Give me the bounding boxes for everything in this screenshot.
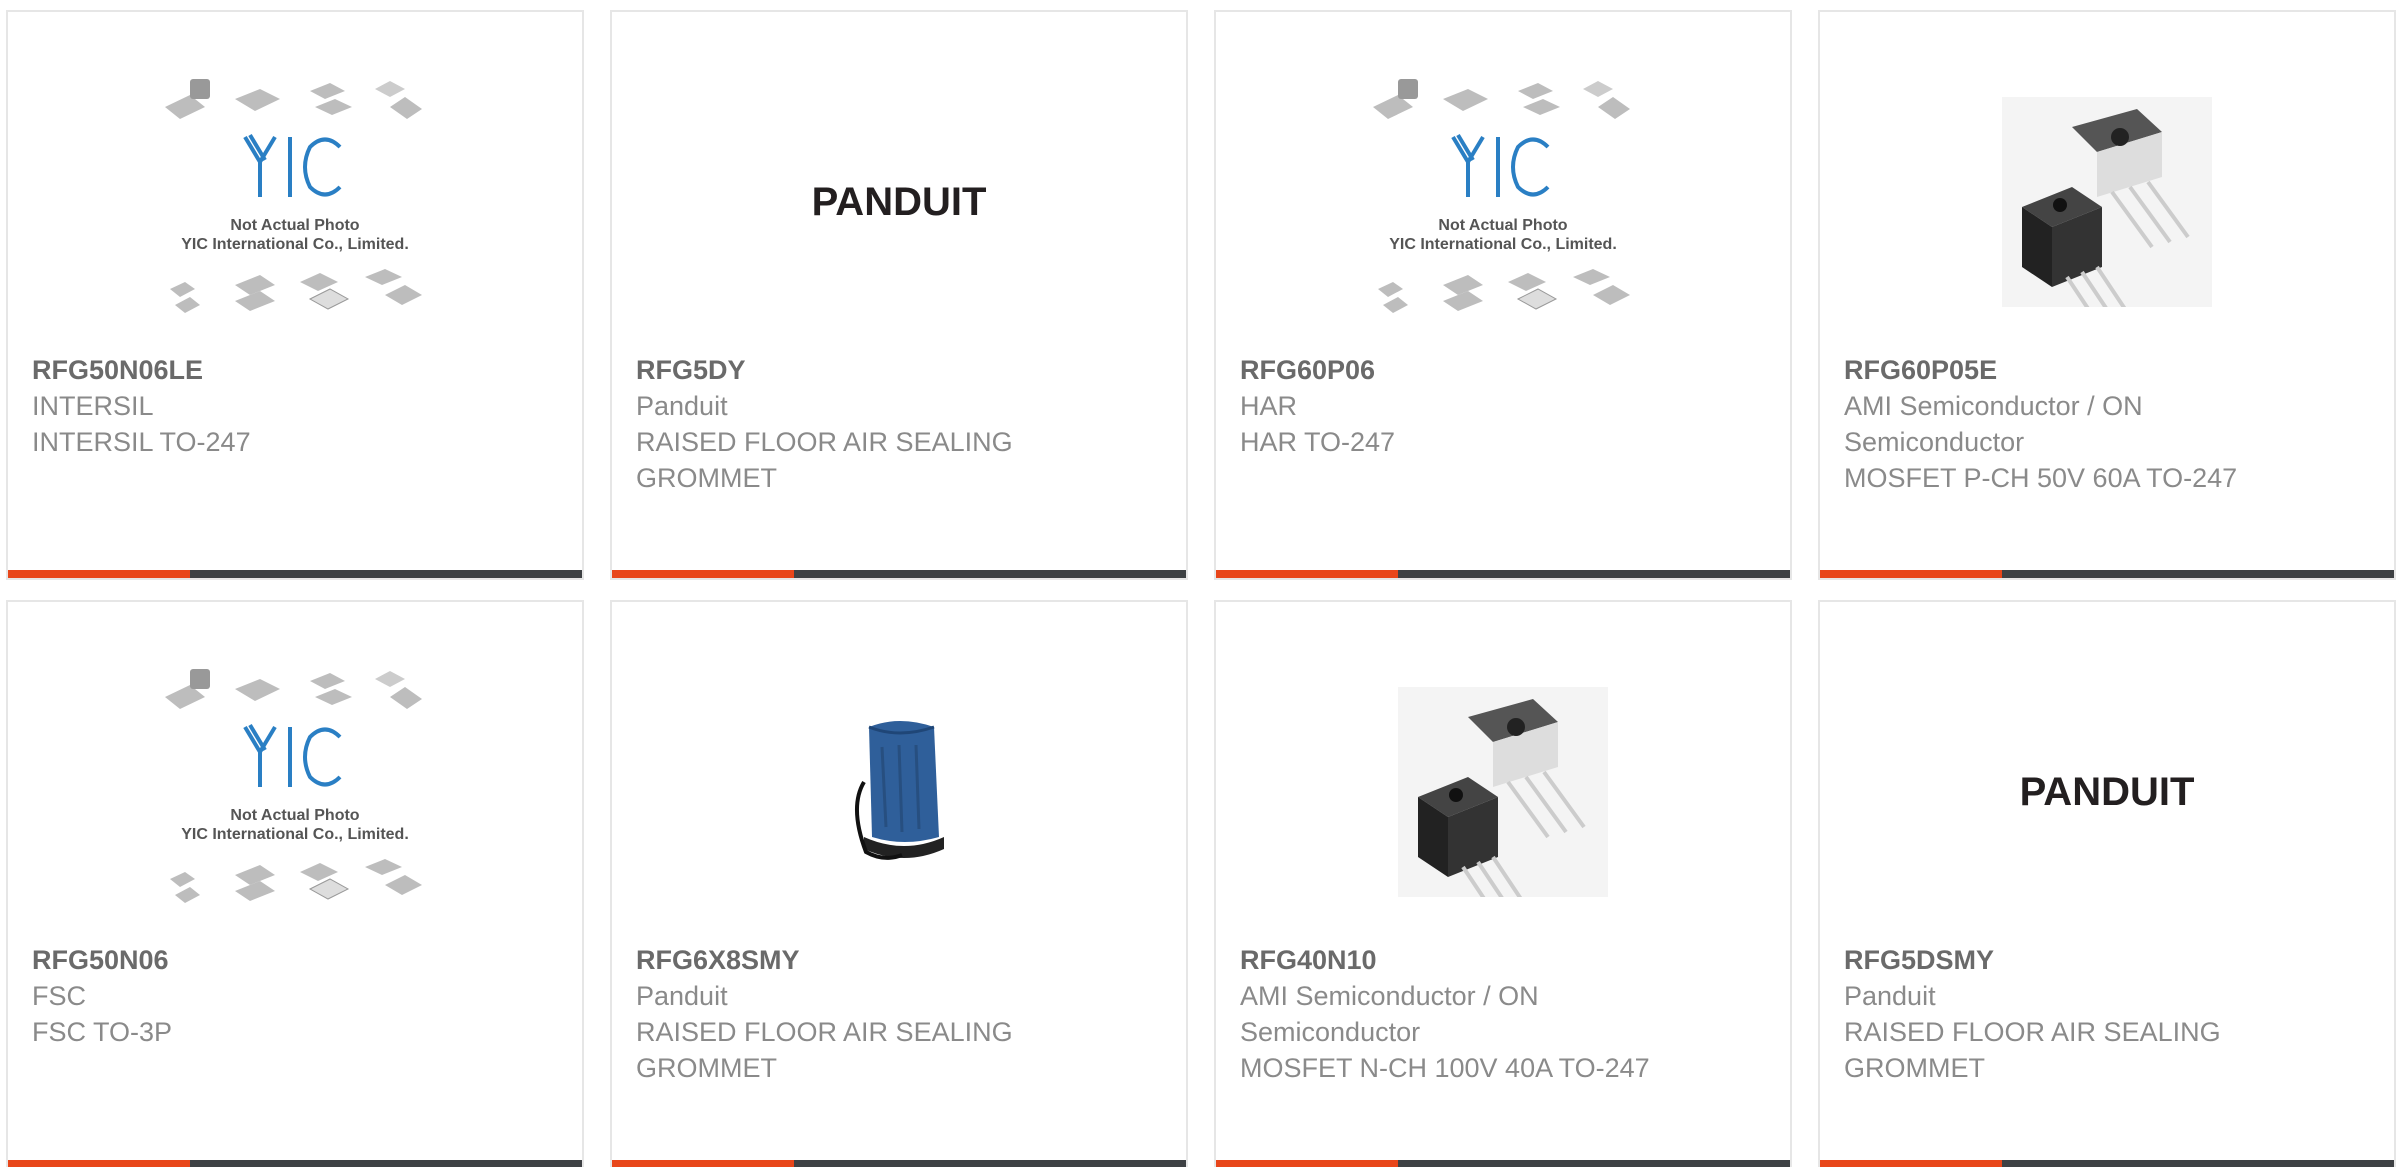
product-card[interactable]: RFG60P05E AMI Semiconductor / ON Semicon… xyxy=(1818,10,2396,580)
manufacturer: Panduit xyxy=(636,391,728,421)
product-card[interactable]: RFG6X8SMY Panduit RAISED FLOOR AIR SEALI… xyxy=(610,600,1188,1167)
to247-transistor-icon xyxy=(1398,687,1608,897)
manufacturer: INTERSIL xyxy=(32,391,154,421)
part-number[interactable]: RFG5DY xyxy=(636,352,1056,388)
card-footer-bar xyxy=(612,570,1186,578)
manufacturer: AMI Semiconductor / ON Semiconductor xyxy=(1240,981,1539,1047)
product-image[interactable]: PANDUIT xyxy=(1820,642,2394,942)
product-card[interactable]: Not Actual Photo YIC International Co., … xyxy=(6,10,584,580)
part-number[interactable]: RFG50N06 xyxy=(32,942,452,978)
description: RAISED FLOOR AIR SEALING GROMMET xyxy=(636,427,1013,493)
yic-placeholder-icon: Not Actual Photo YIC International Co., … xyxy=(165,669,422,903)
card-accent xyxy=(1216,570,1398,578)
manufacturer: Panduit xyxy=(1844,981,1936,1011)
part-number[interactable]: RFG40N10 xyxy=(1240,942,1660,978)
product-image[interactable]: PANDUIT xyxy=(612,52,1186,352)
svg-text:Not Actual Photo: Not Actual Photo xyxy=(230,217,359,234)
card-accent xyxy=(8,570,190,578)
card-footer-bar xyxy=(1216,1160,1790,1167)
description: RAISED FLOOR AIR SEALING GROMMET xyxy=(1844,1017,2221,1083)
card-accent xyxy=(1216,1160,1398,1167)
manufacturer: Panduit xyxy=(636,981,728,1011)
part-number[interactable]: RFG6X8SMY xyxy=(636,942,1056,978)
manufacturer: HAR xyxy=(1240,391,1298,421)
panduit-logo-icon: PANDUIT xyxy=(2020,770,2195,814)
card-accent xyxy=(1820,570,2002,578)
product-image[interactable] xyxy=(612,642,1186,942)
product-image[interactable]: Not Actual Photo YIC International Co., … xyxy=(8,52,582,352)
card-footer-bar xyxy=(8,570,582,578)
card-footer-bar xyxy=(8,1160,582,1167)
card-accent xyxy=(612,1160,794,1167)
manufacturer: FSC xyxy=(32,981,86,1011)
part-number[interactable]: RFG5DSMY xyxy=(1844,942,2264,978)
description: MOSFET P-CH 50V 60A TO-247 xyxy=(1844,463,2238,493)
svg-text:Not Actual Photo: Not Actual Photo xyxy=(230,807,359,824)
svg-text:PANDUIT: PANDUIT xyxy=(812,180,987,224)
product-card[interactable]: Not Actual Photo YIC International Co., … xyxy=(1214,10,1792,580)
manufacturer: AMI Semiconductor / ON Semiconductor xyxy=(1844,391,2143,457)
description: MOSFET N-CH 100V 40A TO-247 xyxy=(1240,1053,1650,1083)
card-footer-bar xyxy=(1820,570,2394,578)
card-footer-bar xyxy=(1820,1160,2394,1167)
svg-text:YIC International Co., Limited: YIC International Co., Limited. xyxy=(181,826,409,843)
card-accent xyxy=(612,570,794,578)
product-card[interactable]: RFG40N10 AMI Semiconductor / ON Semicond… xyxy=(1214,600,1792,1167)
svg-text:YIC International Co., Limited: YIC International Co., Limited. xyxy=(1389,236,1617,253)
svg-text:YIC International Co., Limited: YIC International Co., Limited. xyxy=(181,236,409,253)
to247-transistor-icon xyxy=(2002,97,2212,307)
card-accent xyxy=(8,1160,190,1167)
product-card[interactable]: PANDUIT RFG5DY Panduit RAISED FLOOR AIR … xyxy=(610,10,1188,580)
description: HAR TO-247 xyxy=(1240,427,1396,457)
yic-placeholder-icon: Not Actual Photo YIC International Co., … xyxy=(165,79,422,313)
product-image[interactable]: Not Actual Photo YIC International Co., … xyxy=(1216,52,1790,352)
svg-text:PANDUIT: PANDUIT xyxy=(2020,770,2195,814)
description: INTERSIL TO-247 xyxy=(32,427,251,457)
card-accent xyxy=(1820,1160,2002,1167)
card-footer-bar xyxy=(612,1160,1186,1167)
card-footer-bar xyxy=(1216,570,1790,578)
product-card[interactable]: Not Actual Photo YIC International Co., … xyxy=(6,600,584,1167)
product-image[interactable] xyxy=(1216,642,1790,942)
yic-placeholder-icon: Not Actual Photo YIC International Co., … xyxy=(1373,79,1630,313)
part-number[interactable]: RFG60P06 xyxy=(1240,352,1660,388)
svg-text:Not Actual Photo: Not Actual Photo xyxy=(1438,217,1567,234)
part-number[interactable]: RFG60P05E xyxy=(1844,352,2264,388)
description: FSC TO-3P xyxy=(32,1017,173,1047)
product-card[interactable]: PANDUIT RFG5DSMY Panduit RAISED FLOOR AI… xyxy=(1818,600,2396,1167)
part-number[interactable]: RFG50N06LE xyxy=(32,352,452,388)
grommet-photo-icon xyxy=(794,687,1004,897)
product-grid: Not Actual Photo YIC International Co., … xyxy=(0,0,2400,1167)
product-image[interactable]: Not Actual Photo YIC International Co., … xyxy=(8,642,582,942)
product-image[interactable] xyxy=(1820,52,2394,352)
panduit-logo-icon: PANDUIT xyxy=(812,180,987,224)
description: RAISED FLOOR AIR SEALING GROMMET xyxy=(636,1017,1013,1083)
